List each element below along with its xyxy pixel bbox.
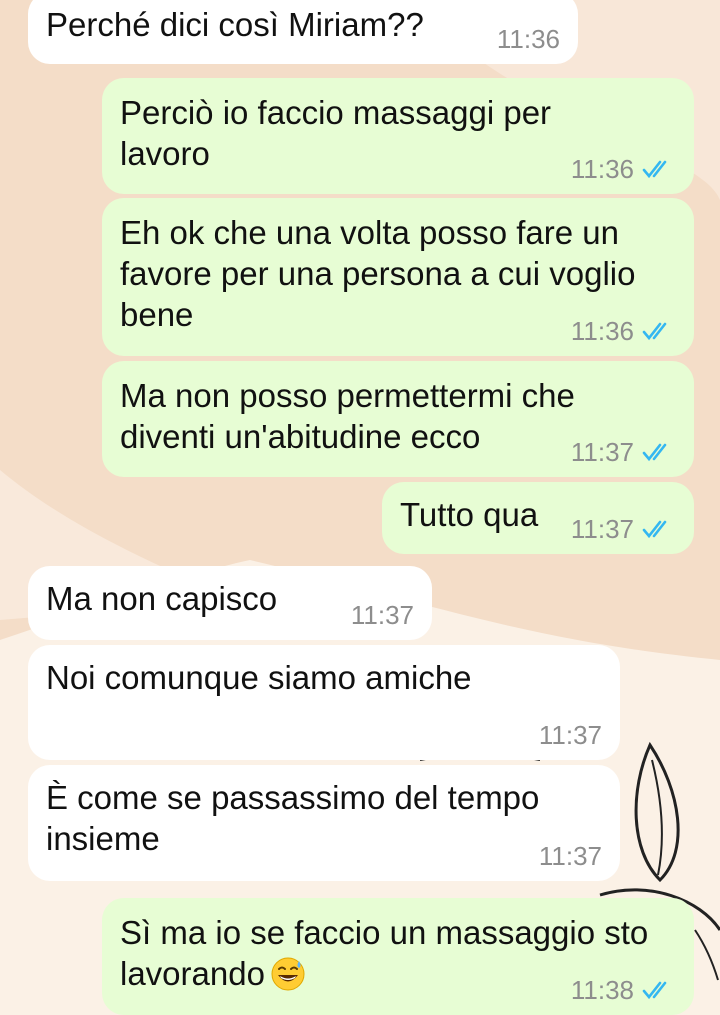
message-time: 11:37 (570, 514, 634, 544)
double-check-read-icon (642, 443, 667, 462)
message-bubble-incoming[interactable]: È come se passassimo del tempo insieme 1… (28, 765, 620, 881)
message-text: Noi comunque siamo amiche (46, 659, 472, 696)
message-time: 11:36 (570, 154, 634, 184)
double-check-read-icon (642, 981, 667, 1000)
message-time: 11:37 (538, 841, 602, 871)
message-bubble-outgoing[interactable]: Tutto qua 11:37 (382, 482, 694, 554)
message-time: 11:38 (570, 975, 634, 1005)
message-meta: 11:38 (571, 977, 676, 1003)
grinning-face-with-sweat-emoji (271, 957, 305, 991)
message-bubble-outgoing[interactable]: Eh ok che una volta posso fare un favore… (102, 198, 694, 356)
message-time: 11:36 (570, 316, 634, 346)
message-time: 11:37 (350, 600, 414, 630)
message-meta: 11:36 (571, 156, 676, 182)
message-meta: 11:37 (571, 516, 676, 542)
message-meta: 11:37 (571, 439, 676, 465)
message-bubble-outgoing[interactable]: Perciò io faccio massaggi per lavoro 11:… (102, 78, 694, 194)
message-meta: 11:36 (497, 26, 560, 52)
message-bubble-outgoing[interactable]: Ma non posso permettermi che diventi un'… (102, 361, 694, 477)
message-meta: 11:37 (539, 843, 602, 869)
message-meta: 11:36 (571, 318, 676, 344)
message-time: 11:37 (538, 720, 602, 750)
message-bubble-outgoing[interactable]: Sì ma io se faccio un massaggio sto lavo… (102, 898, 694, 1015)
double-check-read-icon (642, 520, 667, 539)
message-time: 11:36 (496, 24, 560, 54)
message-bubble-incoming[interactable]: Ma non capisco 11:37 (28, 566, 432, 640)
double-check-read-icon (642, 322, 667, 341)
message-meta: 11:37 (351, 602, 414, 628)
double-check-read-icon (642, 160, 667, 179)
message-bubble-incoming[interactable]: Noi comunque siamo amiche 11:37 (28, 645, 620, 760)
message-meta: 11:37 (539, 722, 602, 748)
message-time: 11:37 (570, 437, 634, 467)
message-bubble-incoming[interactable]: Perché dici così Miriam?? 11:36 (28, 0, 578, 64)
message-text: È come se passassimo del tempo insieme (46, 779, 549, 857)
message-text: Perché dici così Miriam?? (46, 6, 424, 43)
